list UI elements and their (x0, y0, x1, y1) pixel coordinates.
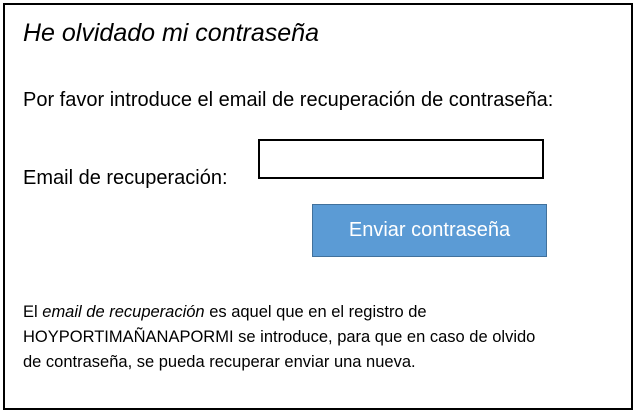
note-line1-rest: es aquel que en el registro de (204, 303, 427, 321)
recovery-email-note: El email de recuperación es aquel que en… (23, 300, 623, 375)
instructions-text: Por favor introduce el email de recupera… (23, 89, 554, 111)
note-line3: de contraseña, se pueda recuperar enviar… (23, 353, 416, 371)
send-password-button[interactable]: Enviar contraseña (312, 204, 547, 257)
page-title: He olvidado mi contraseña (23, 19, 319, 47)
email-field-label: Email de recuperación: (23, 167, 228, 189)
note-prefix: El (23, 303, 43, 321)
password-recovery-panel: He olvidado mi contraseña Por favor intr… (3, 3, 633, 410)
recovery-email-field[interactable] (258, 139, 544, 179)
note-line2: HOYPORTIMAÑANAPORMI se introduce, para q… (23, 328, 536, 346)
note-emphasis: email de recuperación (42, 303, 205, 321)
